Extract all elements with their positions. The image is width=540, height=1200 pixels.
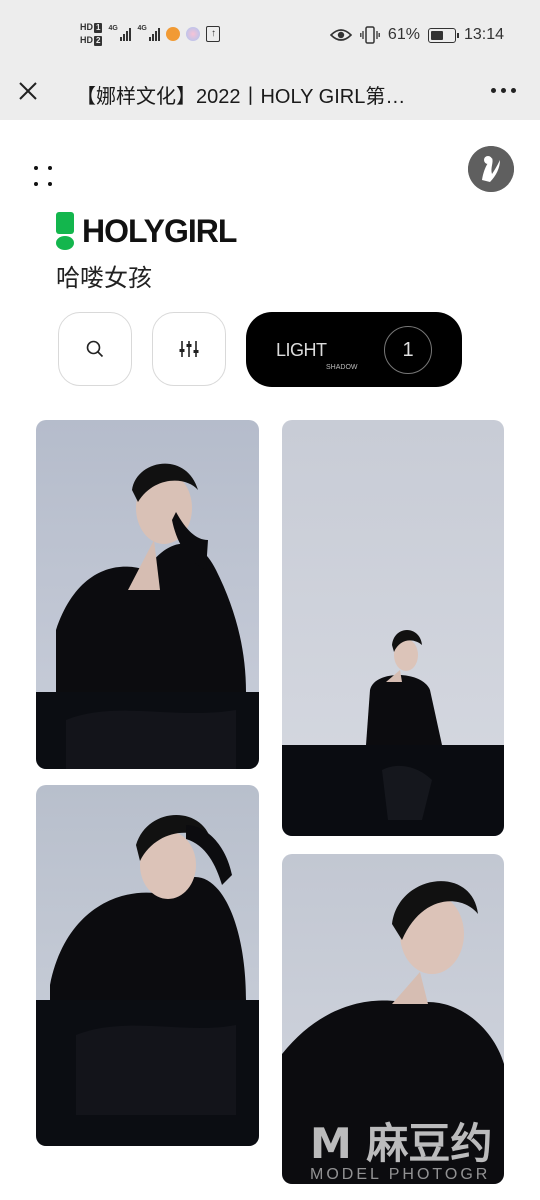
battery-icon (427, 27, 459, 43)
network-type-2: 4G (137, 25, 147, 32)
avatar-figure (468, 146, 514, 192)
notification-app-icon (166, 27, 181, 41)
search-button[interactable] (58, 312, 132, 386)
hd2-indicator: HD 2 (80, 35, 103, 46)
hd-indicators: HD 1 HD 2 (80, 22, 103, 46)
clock: 13:14 (463, 26, 504, 43)
watermark: M 麻豆约 MODEL PHOTOGR (310, 1110, 530, 1190)
mode-count: 1 (384, 326, 432, 374)
battery-percent: 61% (387, 26, 420, 43)
search-icon (86, 340, 104, 358)
notification-app-icon-2 (186, 27, 201, 41)
network-type-1: 4G (108, 25, 118, 32)
hd1-indicator: HD 1 (80, 22, 103, 33)
logo-text: HOLYGIRL (82, 212, 237, 249)
photo-3-image (36, 785, 259, 1146)
logo-mark-dot (56, 236, 74, 250)
brand-logo: HOLYGIRL (56, 212, 237, 250)
more-icon[interactable] (491, 88, 516, 93)
logo-mark-icon (56, 212, 74, 250)
page-title: 【娜样文化】2022丨HOLY GIRL第… (76, 86, 406, 108)
filter-button[interactable] (152, 312, 226, 386)
eye-icon (329, 29, 352, 41)
avatar[interactable] (468, 146, 514, 192)
hd2-number: 2 (94, 36, 103, 46)
photo-1[interactable] (36, 420, 259, 769)
hd1-number: 1 (94, 23, 103, 33)
signal-icon-2: 4G (137, 25, 161, 41)
signal-icon-1: 4G (108, 25, 132, 41)
nav-bar: 【娜样文化】2022丨HOLY GIRL第… (0, 68, 540, 120)
logo-mark-bar (56, 212, 74, 234)
brand-subtitle: 哈喽女孩 (56, 264, 152, 292)
photo-1-image (36, 420, 259, 769)
close-icon[interactable] (16, 79, 40, 103)
hd2-label: HD (80, 35, 93, 45)
upload-icon: ↑ (206, 26, 221, 42)
light-shadow-toggle[interactable]: LIGHT SHADOW 1 (246, 312, 462, 387)
photo-3[interactable] (36, 785, 259, 1146)
status-right: 61% 13:14 (329, 22, 504, 48)
mode-sublabel: SHADOW (326, 364, 358, 371)
status-bar: HD 1 HD 2 4G 4G ↑ 61% 13:14 (0, 0, 540, 68)
watermark-sub: MODEL PHOTOGR (310, 1166, 491, 1183)
status-left: HD 1 HD 2 4G 4G ↑ (80, 18, 221, 50)
vibrate-icon (360, 26, 380, 44)
watermark-main: M 麻豆约 (310, 1119, 493, 1168)
hd1-label: HD (80, 22, 93, 32)
photo-2-image (282, 420, 504, 836)
dots-grid-icon[interactable] (34, 166, 56, 188)
photo-2[interactable] (282, 420, 504, 836)
mode-label: LIGHT (276, 340, 327, 360)
sliders-icon (179, 341, 199, 357)
